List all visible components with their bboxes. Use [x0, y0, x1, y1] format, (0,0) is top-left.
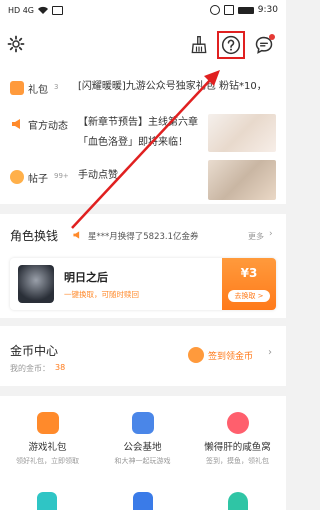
- feed-category: 礼包: [28, 85, 48, 96]
- feature-grid: 游戏礼包 领好礼包，立即领取 公会基地 和大神一起玩游戏 懒得肝的咸鱼窝 签到，…: [0, 396, 286, 510]
- sign-in-button[interactable]: 签到领金币 ›: [188, 346, 278, 364]
- grid-item-game-gifts[interactable]: 游戏礼包 领好礼包，立即领取: [0, 412, 95, 466]
- grid-title: 懒得肝的咸鱼窝: [204, 442, 271, 453]
- battery-icon: [237, 6, 254, 14]
- section-title: 金币中心: [10, 344, 59, 358]
- robot-icon: [228, 492, 248, 510]
- chevron-right-icon: ›: [268, 347, 272, 358]
- grid-title: 游戏礼包: [28, 442, 67, 453]
- grid-subtitle: 领好礼包，立即领取: [16, 457, 79, 465]
- unread-dot: [269, 34, 275, 40]
- gift-box-icon: [36, 412, 59, 434]
- news-thumbnail: [208, 114, 276, 152]
- feed-row-gift[interactable]: 礼包 3 [闪耀暖暖]九游公众号独家礼包 粉钻*10，: [0, 74, 286, 118]
- grid-title: 公会基地: [123, 442, 162, 453]
- question-icon: [221, 35, 241, 55]
- feed-row-posts[interactable]: 帖子 99+ 手动点赞: [0, 158, 286, 202]
- wifi-icon: [38, 6, 49, 14]
- gift-icon: [10, 81, 24, 95]
- fish-heart-icon: [226, 412, 249, 434]
- top-toolbar: [0, 22, 286, 68]
- price: ¥3: [240, 266, 258, 280]
- clock-time: 9:30: [257, 5, 278, 15]
- feed-text: 手动点赞: [78, 170, 118, 181]
- game-subtitle: 一键换取，可随时赎回: [64, 290, 139, 299]
- chevron-right-icon: ›: [269, 229, 273, 239]
- feed-category: 帖子: [28, 174, 48, 185]
- megaphone-icon: [12, 119, 20, 129]
- alarm-icon: [209, 5, 220, 15]
- feed-text-line-1: 【新章节预告】主线第六章: [78, 117, 198, 128]
- feed-text-line-2: 「血色洛登」即将来临！: [78, 137, 188, 148]
- coin-bag-icon: [188, 347, 204, 363]
- game-title: 明日之后: [64, 271, 108, 284]
- feed-category: 官方动态: [28, 121, 68, 132]
- post-icon: [10, 170, 24, 184]
- exchange-action[interactable]: 去换取 >: [228, 290, 270, 302]
- chat-bubble-icon: [37, 492, 57, 510]
- messages-button[interactable]: [252, 34, 276, 56]
- signal-indicator: HD 4G: [8, 6, 35, 15]
- megaphone-icon: [73, 231, 80, 239]
- feed-badge: 99+: [54, 172, 69, 180]
- status-bar: HD 4G 9:30: [0, 0, 286, 22]
- shield-star-icon: [131, 412, 154, 434]
- section-title: 角色换钱: [10, 229, 59, 243]
- sign-in-label: 签到领金币: [208, 352, 254, 362]
- grid-next-row: [0, 492, 286, 510]
- coin-center-panel: 金币中心 我的金币： 38 签到领金币 ›: [0, 326, 286, 386]
- mute-icon: [223, 5, 234, 15]
- post-thumbnail: [208, 160, 276, 200]
- my-coins-label: 我的金币：: [10, 364, 50, 373]
- gear-icon: [7, 35, 25, 53]
- grid-item-guild-base[interactable]: 公会基地 和大神一起玩游戏: [95, 412, 190, 466]
- news-feed: 礼包 3 [闪耀暖暖]九游公众号独家礼包 粉钻*10， 官方动态 【新章节预告】…: [0, 68, 286, 204]
- feed-badge: 3: [54, 83, 59, 91]
- grid-subtitle: 和大神一起玩游戏: [114, 457, 171, 465]
- more-link[interactable]: 更多: [248, 231, 264, 242]
- exchange-card[interactable]: 明日之后 一键换取，可随时赎回 ¥3 去换取 >: [10, 258, 276, 310]
- clean-button[interactable]: [188, 34, 210, 56]
- grid-subtitle: 签到，摸鱼，领礼包: [206, 457, 269, 465]
- my-coins-value: 38: [55, 363, 66, 372]
- message-icon: [52, 6, 64, 15]
- feed-text: [闪耀暖暖]九游公众号独家礼包 粉钻*10，: [78, 81, 267, 92]
- letter-b-icon: [133, 492, 153, 510]
- grid-item-lazy-fish[interactable]: 懒得肝的咸鱼窝 签到，摸鱼，领礼包: [190, 412, 285, 466]
- game-thumbnail: [18, 265, 54, 303]
- broom-icon: [191, 36, 207, 54]
- settings-button[interactable]: [6, 34, 26, 54]
- help-button[interactable]: [217, 31, 245, 59]
- price-block[interactable]: ¥3 去换取 >: [222, 258, 276, 310]
- role-exchange-panel: 角色换钱 星***月换得了5823.1亿金券 更多 › 明日之后 一键换取，可随…: [0, 214, 286, 318]
- exchange-ticker: 星***月换得了5823.1亿金券: [88, 232, 199, 242]
- feed-row-official[interactable]: 官方动态 【新章节预告】主线第六章 「血色洛登」即将来临！: [0, 114, 286, 158]
